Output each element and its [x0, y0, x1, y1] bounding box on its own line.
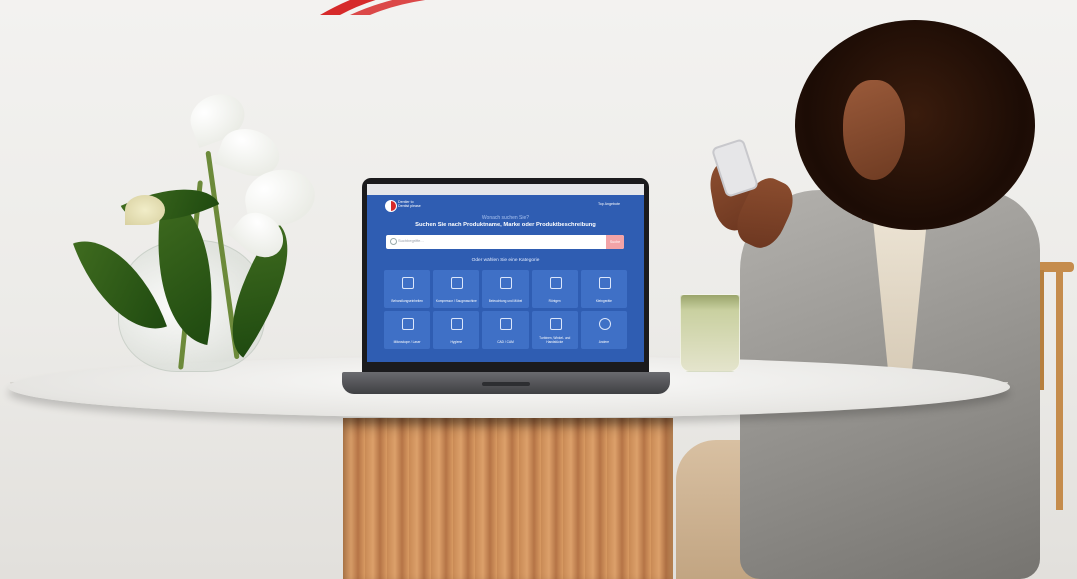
photo-scene: Dentler to Dentist please Top Angebote W… [0, 0, 1077, 579]
category-tile[interactable]: Mikroskope / Laser [384, 311, 431, 349]
cad-cam-icon [500, 318, 513, 330]
brand-name[interactable]: Dentler to Dentist please [398, 200, 438, 208]
top-offers-link[interactable]: Top Angebote [598, 202, 620, 206]
brand-logo-icon[interactable] [385, 200, 397, 212]
woman-face [843, 80, 905, 180]
category-grid: Behandlungseinheiten Kompressor / Saugma… [384, 270, 627, 349]
category-tile[interactable]: CAD / CAM [482, 311, 529, 349]
search-button[interactable]: Suche [606, 235, 624, 249]
category-tile[interactable]: Beleuchtung und Möbel [482, 270, 529, 308]
lamp-icon [500, 277, 513, 289]
category-tile[interactable]: Kleingeräte [580, 270, 627, 308]
turbine-icon [549, 318, 562, 330]
search-bar[interactable]: Suchbegriffe... Suche [386, 235, 624, 249]
search-headline: Suchen Sie nach Produktname, Marke oder … [415, 222, 596, 228]
category-tile[interactable]: Kompressor / Saugmaschine [433, 270, 480, 308]
browser-bar [367, 184, 644, 195]
search-icon [390, 238, 397, 245]
woman-curly-hair [795, 20, 1035, 230]
table-fluted-pedestal [343, 418, 673, 579]
search-input[interactable]: Suchbegriffe... [398, 238, 424, 243]
dental-chair-icon [402, 277, 415, 289]
matcha-latte-glass [680, 294, 740, 372]
microscope-icon [402, 318, 415, 330]
brand-swoosh-graphic [320, 0, 426, 15]
more-icon [598, 318, 611, 330]
hygiene-icon [451, 318, 464, 330]
xray-icon [549, 277, 562, 289]
category-tile[interactable]: Turbinen, Winkel- und Handstücke [531, 311, 578, 349]
compressor-icon [451, 277, 464, 289]
lily-bud [125, 195, 165, 225]
category-tile[interactable]: Röntgen [531, 270, 578, 308]
category-tile[interactable]: Andere [580, 311, 627, 349]
category-tile[interactable]: Behandlungseinheiten [384, 270, 431, 308]
laptop-screen: Dentler to Dentist please Top Angebote W… [367, 184, 644, 362]
search-question: Wonach suchen Sie? [481, 215, 530, 221]
categories-title: Oder wählen Sie eine Kategorie [471, 258, 540, 263]
category-tile[interactable]: Hygiene [433, 311, 480, 349]
laptop-trackpad-notch [482, 382, 530, 386]
handpiece-icon [598, 277, 611, 289]
